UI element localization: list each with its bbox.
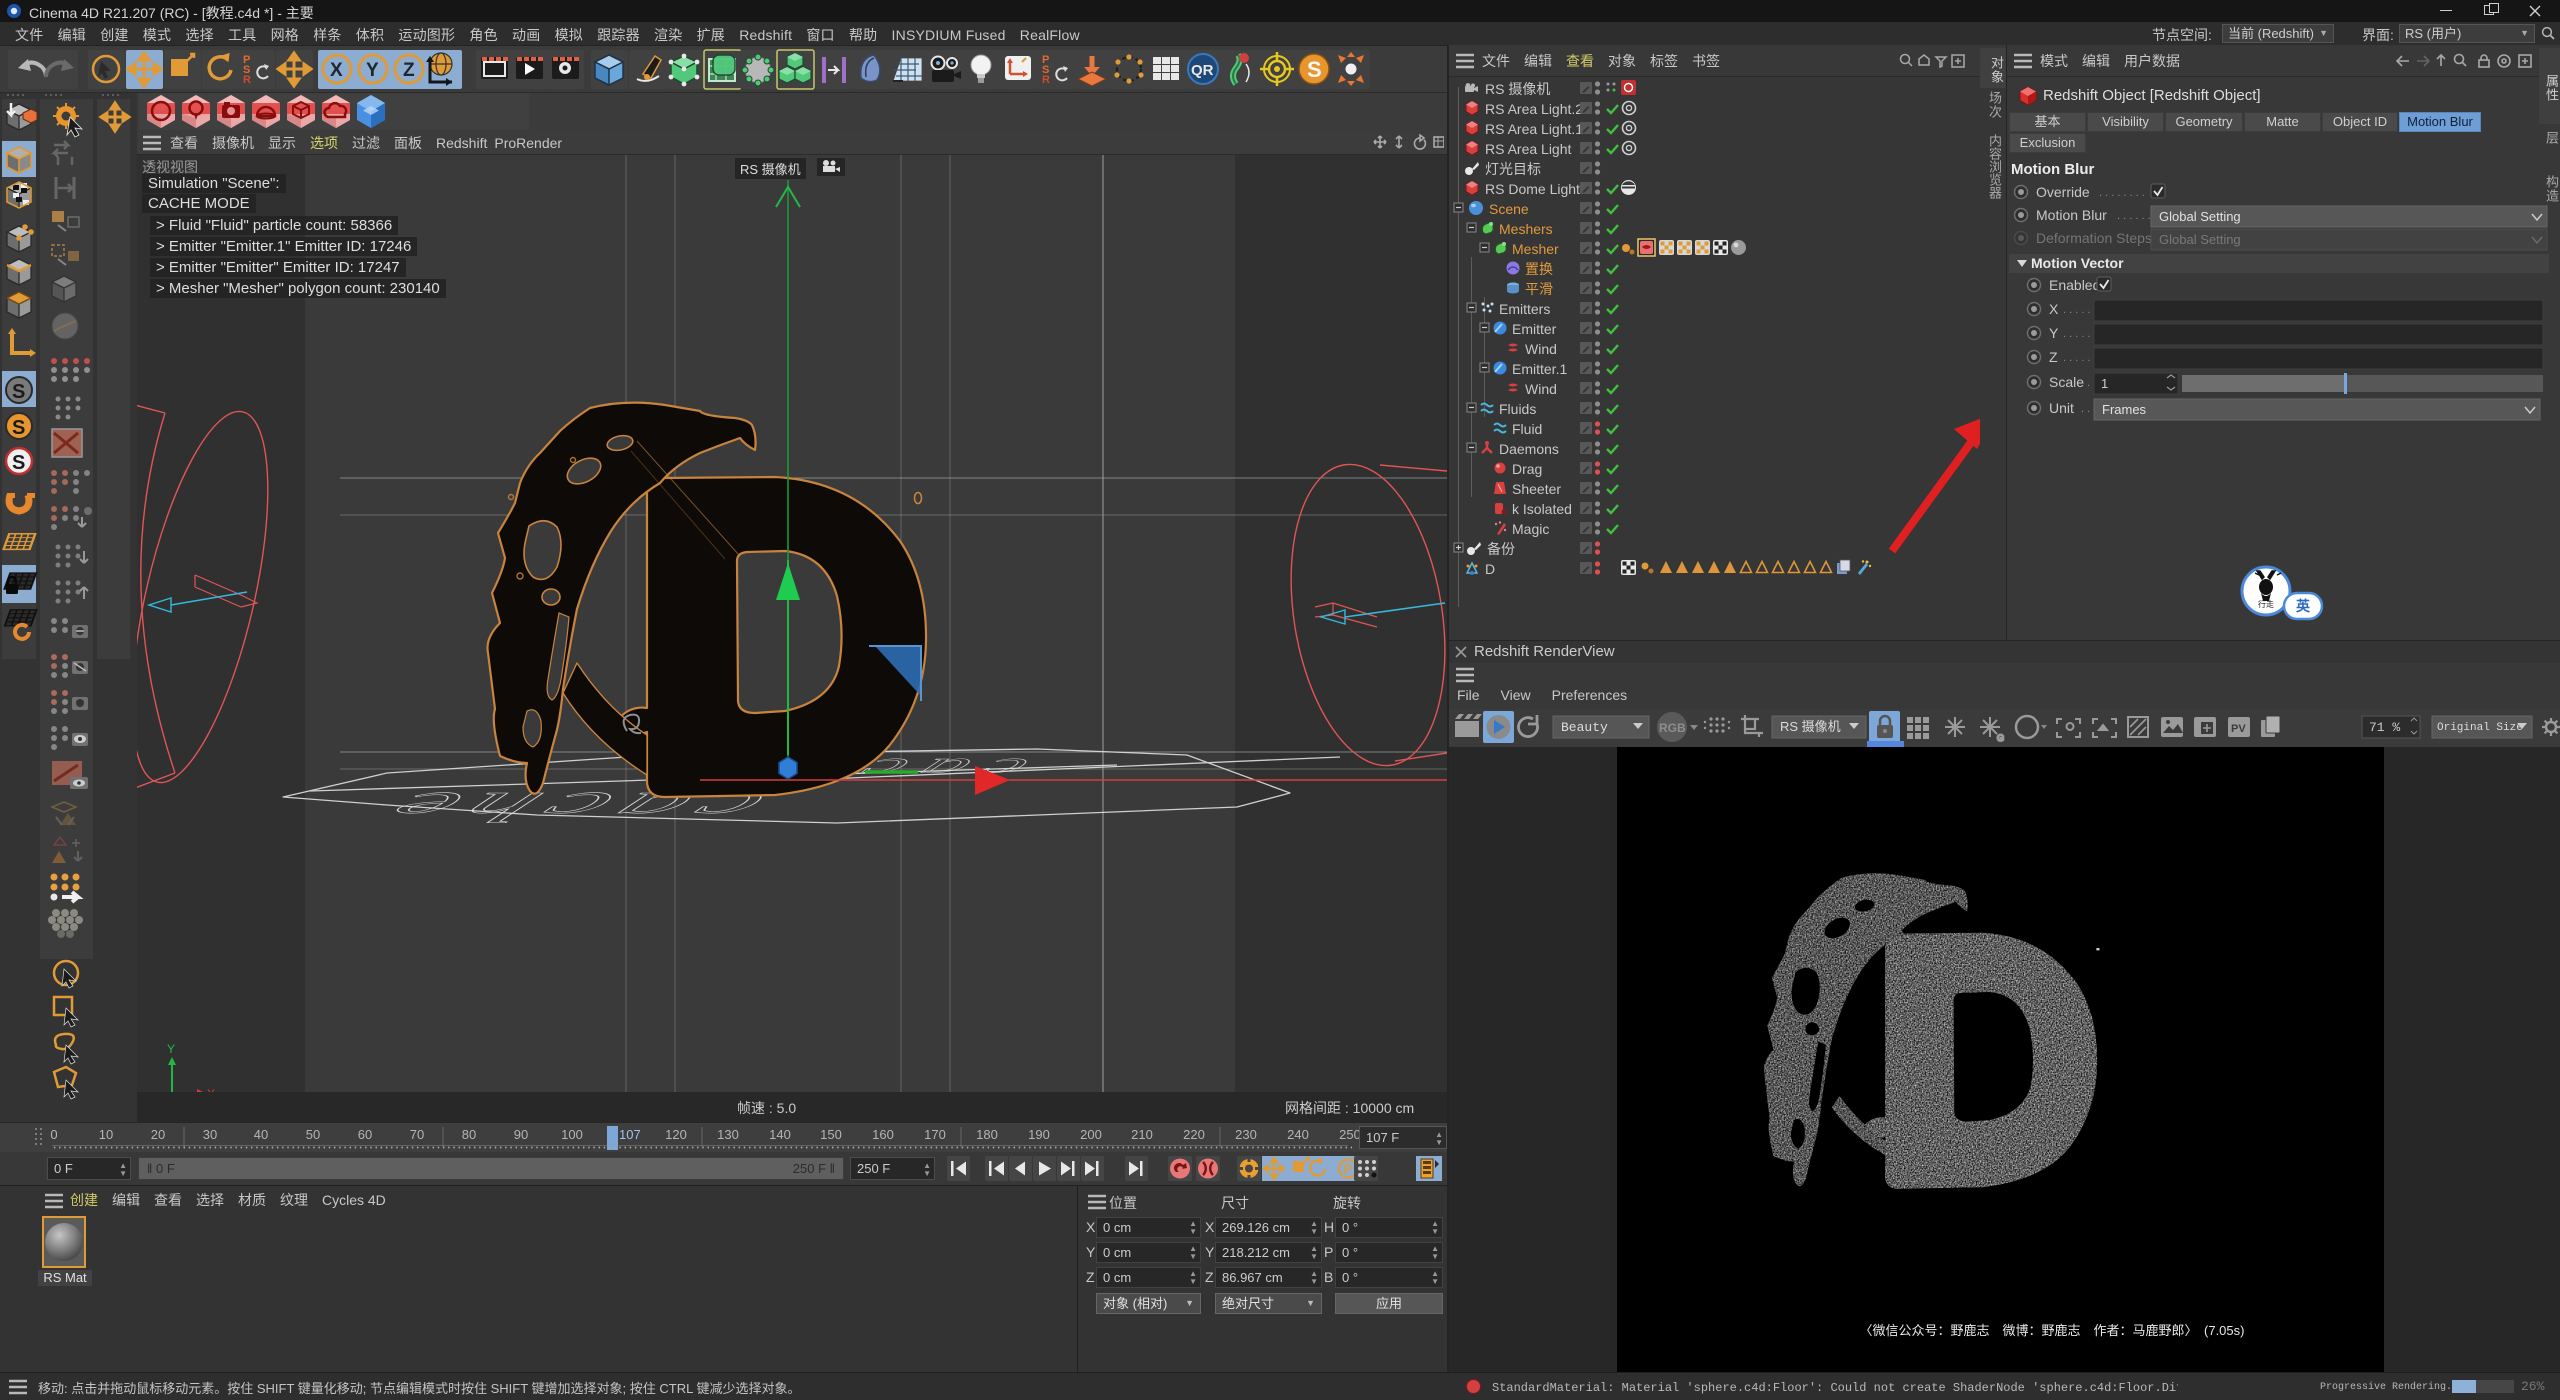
- svg-text:Z: Z: [2049, 349, 2058, 365]
- svg-text:Deformation Steps: Deformation Steps: [2036, 230, 2152, 246]
- svg-text:Fluid: Fluid: [1512, 421, 1542, 437]
- svg-text:Wind: Wind: [1525, 381, 1557, 397]
- svg-text:Drag: Drag: [1512, 461, 1542, 477]
- svg-text:X: X: [2049, 301, 2059, 317]
- svg-text:RS Area Light: RS Area Light: [1485, 141, 1571, 157]
- svg-text:240: 240: [1287, 1127, 1309, 1142]
- svg-text:130: 130: [717, 1127, 739, 1142]
- svg-text:RS 摄像机: RS 摄像机: [1485, 81, 1550, 97]
- svg-text:R: R: [243, 74, 251, 86]
- svg-text:140: 140: [769, 1127, 791, 1142]
- svg-text:PV: PV: [2231, 723, 2246, 735]
- svg-text:平滑: 平滑: [1525, 281, 1553, 297]
- svg-text:20: 20: [151, 1127, 165, 1142]
- svg-text:Y: Y: [366, 60, 379, 81]
- svg-text:k Isolated: k Isolated: [1512, 501, 1572, 517]
- svg-text:170: 170: [924, 1127, 946, 1142]
- svg-text:71 %: 71 %: [2369, 720, 2400, 735]
- svg-text:置换: 置换: [1525, 261, 1553, 277]
- svg-text:180: 180: [976, 1127, 998, 1142]
- svg-text:〈微信公众号：野鹿志 微博：野鹿志 作者：马鹿野郎〉 (: 〈微信公众号：野鹿志 微博：野鹿志 作者：马鹿野郎〉 (7.05s): [1860, 1323, 2245, 1338]
- svg-text:G: G: [1997, 733, 2004, 743]
- svg-text:Original Size: Original Size: [2437, 722, 2523, 734]
- svg-text:190: 190: [1028, 1127, 1050, 1142]
- svg-text:Frames: Frames: [2102, 402, 2147, 417]
- svg-text:Magic: Magic: [1512, 521, 1549, 537]
- svg-text:. . . . . .: . . . . . .: [2117, 210, 2151, 222]
- svg-text:100: 100: [561, 1127, 583, 1142]
- svg-text:Override: Override: [2036, 184, 2090, 200]
- svg-text:X: X: [330, 60, 343, 81]
- svg-text:RS Area Light.2: RS Area Light.2: [1485, 101, 1583, 117]
- svg-text:80: 80: [462, 1127, 476, 1142]
- svg-text:120: 120: [665, 1127, 687, 1142]
- svg-text:RS Area Light.1: RS Area Light.1: [1485, 121, 1583, 137]
- svg-text:200: 200: [1080, 1127, 1102, 1142]
- svg-text:10: 10: [99, 1127, 113, 1142]
- svg-text:RS 摄像机: RS 摄像机: [1780, 719, 1841, 734]
- svg-text:Enabled: Enabled: [2049, 277, 2100, 293]
- svg-text:S: S: [12, 452, 25, 474]
- svg-text:70: 70: [410, 1127, 424, 1142]
- svg-text:D: D: [1485, 561, 1495, 577]
- svg-text:. . . . . . . .: . . . . . . . .: [2099, 187, 2145, 199]
- svg-text:Emitter.1: Emitter.1: [1512, 361, 1567, 377]
- svg-text:Daemons: Daemons: [1499, 441, 1559, 457]
- svg-text:Sheeter: Sheeter: [1512, 481, 1561, 497]
- svg-text:RGB: RGB: [1659, 721, 1686, 735]
- svg-text:. . . . .: . . . . .: [2063, 352, 2091, 364]
- svg-text:Motion Blur: Motion Blur: [2036, 207, 2107, 223]
- svg-text:Mesher: Mesher: [1512, 241, 1559, 257]
- svg-text:160: 160: [872, 1127, 894, 1142]
- svg-text:Z: Z: [403, 60, 415, 81]
- svg-text:P: P: [1344, 1162, 1353, 1177]
- svg-text:英: 英: [2295, 598, 2311, 614]
- svg-text:210: 210: [1131, 1127, 1153, 1142]
- svg-text:60: 60: [358, 1127, 372, 1142]
- svg-text:S: S: [12, 417, 25, 439]
- svg-text:Emitter: Emitter: [1512, 321, 1557, 337]
- svg-text:30: 30: [203, 1127, 217, 1142]
- svg-text:S: S: [1307, 57, 1322, 82]
- svg-text:RS Dome Light: RS Dome Light: [1485, 181, 1580, 197]
- svg-text:Global Setting: Global Setting: [2159, 209, 2241, 224]
- svg-text:行走: 行走: [2258, 599, 2274, 609]
- svg-text:S: S: [12, 381, 25, 403]
- svg-text:Global Setting: Global Setting: [2159, 232, 2241, 247]
- svg-text:Y: Y: [167, 1042, 175, 1056]
- svg-text:Unit: Unit: [2049, 400, 2074, 416]
- svg-text:Y: Y: [2049, 325, 2059, 341]
- svg-text:. . . . .: . . . . .: [2063, 328, 2091, 340]
- svg-text:150: 150: [820, 1127, 842, 1142]
- svg-text:230: 230: [1235, 1127, 1257, 1142]
- svg-text:250: 250: [1339, 1127, 1361, 1142]
- svg-text:Fluids: Fluids: [1499, 401, 1536, 417]
- svg-text:Motion Vector: Motion Vector: [2031, 255, 2124, 271]
- svg-text:Scene: Scene: [1489, 201, 1529, 217]
- svg-text:QR: QR: [1191, 62, 1214, 79]
- svg-text:107: 107: [619, 1127, 641, 1142]
- svg-text:R: R: [1042, 74, 1050, 86]
- svg-text:1: 1: [2101, 376, 2108, 391]
- svg-text:Emitters: Emitters: [1499, 301, 1550, 317]
- svg-text:220: 220: [1183, 1127, 1205, 1142]
- svg-text:. . . . .: . . . . .: [2063, 304, 2091, 316]
- svg-text:Beauty: Beauty: [1561, 720, 1608, 735]
- svg-text:Meshers: Meshers: [1499, 221, 1553, 237]
- svg-text:Scale: Scale: [2049, 374, 2084, 390]
- svg-text:50: 50: [306, 1127, 320, 1142]
- svg-text:0: 0: [50, 1127, 57, 1142]
- svg-text:40: 40: [254, 1127, 268, 1142]
- svg-text:灯光目标: 灯光目标: [1485, 161, 1541, 177]
- svg-text:. .: . .: [2081, 403, 2090, 415]
- svg-text:Wind: Wind: [1525, 341, 1557, 357]
- svg-text:90: 90: [514, 1127, 528, 1142]
- svg-text:备份: 备份: [1487, 541, 1515, 557]
